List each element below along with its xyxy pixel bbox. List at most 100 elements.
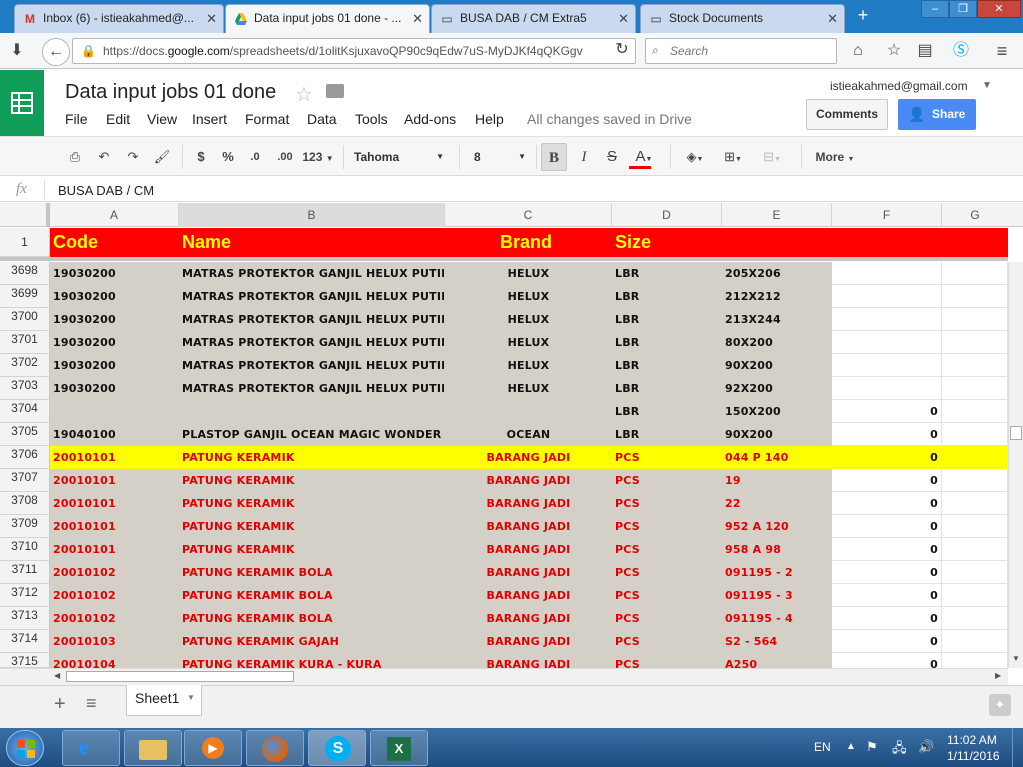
scroll-down-arrow[interactable]: ▼ — [1012, 654, 1020, 663]
network-icon[interactable]: 🖧 — [892, 739, 907, 761]
menu-data[interactable]: Data — [307, 111, 337, 127]
taskbar-skype[interactable]: S — [308, 730, 366, 766]
cell-code[interactable]: 20010104 — [53, 653, 178, 668]
decrease-decimal-button[interactable]: .0 — [244, 146, 266, 168]
tab-stock-documents[interactable]: ▭ Stock Documents ✕ — [640, 4, 845, 33]
sheet-tab-sheet1[interactable]: Sheet1 ▼ — [126, 685, 202, 716]
cell-size[interactable]: 90X200 — [725, 354, 831, 377]
action-center-icon[interactable]: ⚑ — [866, 739, 878, 755]
cell-f[interactable] — [832, 354, 938, 377]
horizontal-scroll-thumb[interactable] — [66, 671, 294, 682]
cell-name[interactable]: PATUNG KERAMIK — [182, 538, 444, 561]
column-header-d[interactable]: D — [612, 203, 722, 227]
menu-insert[interactable]: Insert — [192, 111, 227, 127]
cell-f[interactable] — [832, 262, 938, 285]
user-email[interactable]: istieakahmed@gmail.com — [830, 79, 968, 93]
taskbar-firefox[interactable] — [246, 730, 304, 766]
row-header[interactable]: 3709 — [0, 515, 50, 538]
cell-code[interactable]: 19030200 — [53, 354, 178, 377]
download-icon[interactable]: ⬇ — [5, 40, 29, 62]
maximize-button[interactable]: ❐ — [949, 0, 977, 18]
search-input[interactable]: ⌕ Search — [645, 38, 837, 64]
formula-input[interactable]: BUSA DAB / CM — [58, 183, 154, 198]
print-icon[interactable]: ⎙ — [64, 146, 86, 168]
menu-view[interactable]: View — [147, 111, 177, 127]
borders-button[interactable]: ⊞▼ — [718, 146, 748, 168]
row-header[interactable]: 3714 — [0, 630, 50, 653]
cell-name[interactable]: MATRAS PROTEKTOR GANJIL HELUX PUTIH — [182, 331, 444, 354]
folder-icon[interactable] — [326, 84, 344, 98]
explore-icon[interactable]: ✦ — [989, 694, 1011, 716]
comments-button[interactable]: Comments — [806, 99, 888, 130]
scroll-thumb[interactable] — [1010, 426, 1022, 440]
cell-unit[interactable]: PCS — [615, 607, 721, 630]
cell-brand[interactable]: BARANG JADI — [445, 469, 612, 492]
document-title[interactable]: Data input jobs 01 done — [65, 81, 276, 104]
save-status[interactable]: All changes saved in Drive — [527, 111, 692, 127]
cell-unit[interactable]: PCS — [615, 515, 721, 538]
cell-size[interactable]: 92X200 — [725, 377, 831, 400]
reading-list-icon[interactable]: ▤ — [913, 40, 937, 62]
empty-cell[interactable] — [942, 515, 1008, 538]
scroll-left-arrow[interactable]: ◀ — [54, 671, 60, 680]
cell-unit[interactable]: LBR — [615, 262, 721, 285]
empty-cell[interactable] — [942, 469, 1008, 492]
cell-f[interactable]: 0 — [832, 515, 938, 538]
cell-code[interactable]: 20010101 — [53, 446, 178, 469]
empty-cell[interactable] — [942, 285, 1008, 308]
cell-size[interactable]: 22 — [725, 492, 831, 515]
cell-size[interactable]: 205X206 — [725, 262, 831, 285]
cell-brand[interactable]: HELUX — [445, 354, 612, 377]
tab-data-input[interactable]: Data input jobs 01 done - ... ✕ — [225, 4, 430, 33]
cell-brand[interactable]: HELUX — [445, 262, 612, 285]
row-header[interactable]: 3707 — [0, 469, 50, 492]
cell-brand[interactable]: BARANG JADI — [445, 607, 612, 630]
row-header[interactable]: 3715 — [0, 653, 50, 668]
cell-brand[interactable]: OCEAN — [445, 423, 612, 446]
chevron-down-icon[interactable]: ▼ — [187, 693, 195, 702]
cell-unit[interactable]: PCS — [615, 492, 721, 515]
cell-unit[interactable]: PCS — [615, 469, 721, 492]
new-tab-button[interactable]: + — [852, 5, 874, 27]
row-header[interactable]: 3711 — [0, 561, 50, 584]
cell-name[interactable]: PATUNG KERAMIK GAJAH — [182, 630, 444, 653]
taskbar-media-player[interactable]: ▶ — [184, 730, 242, 766]
cell-size[interactable]: 213X244 — [725, 308, 831, 331]
cell-name[interactable]: PATUNG KERAMIK BOLA — [182, 561, 444, 584]
cell-name[interactable]: PATUNG KERAMIK — [182, 446, 444, 469]
scroll-right-arrow[interactable]: ▶ — [995, 671, 1001, 680]
header-cell-name[interactable]: Name — [182, 232, 231, 253]
close-icon[interactable]: ✕ — [412, 11, 423, 27]
close-icon[interactable]: ✕ — [206, 11, 217, 27]
row-header[interactable]: 3712 — [0, 584, 50, 607]
cell-brand[interactable]: BARANG JADI — [445, 515, 612, 538]
sheets-logo[interactable] — [0, 70, 44, 136]
close-icon[interactable]: ✕ — [618, 11, 629, 27]
header-cell-size[interactable]: Size — [615, 232, 651, 253]
italic-button[interactable]: I — [573, 146, 595, 168]
taskbar-internet-explorer[interactable]: e — [62, 730, 120, 766]
taskbar-excel[interactable]: X — [370, 730, 428, 766]
cell-code[interactable]: 19030200 — [53, 285, 178, 308]
cell-brand[interactable]: HELUX — [445, 331, 612, 354]
cell-size[interactable]: 958 A 98 — [725, 538, 831, 561]
empty-cell[interactable] — [942, 492, 1008, 515]
cell-f[interactable]: 0 — [832, 561, 938, 584]
minimize-button[interactable]: – — [921, 0, 949, 18]
row-header[interactable]: 3702 — [0, 354, 50, 377]
cell-size[interactable]: 091195 - 3 — [725, 584, 831, 607]
cell-unit[interactable]: LBR — [615, 285, 721, 308]
cell-f[interactable]: 0 — [832, 400, 938, 423]
share-button[interactable]: 👤 Share — [898, 99, 976, 130]
cell-name[interactable]: MATRAS PROTEKTOR GANJIL HELUX PUTIH — [182, 262, 444, 285]
cell-f[interactable] — [832, 331, 938, 354]
more-formats-button[interactable]: 123 ▼ — [300, 146, 336, 168]
cell-code[interactable]: 20010101 — [53, 469, 178, 492]
reload-icon[interactable]: ↻ — [610, 39, 634, 61]
cell-f[interactable] — [832, 377, 938, 400]
column-header-a[interactable]: A — [50, 203, 179, 227]
empty-cell[interactable] — [942, 331, 1008, 354]
font-family-select[interactable]: Tahoma ▼ — [350, 145, 450, 169]
tab-inbox[interactable]: M Inbox (6) - istieakahmed@... ✕ — [14, 4, 224, 33]
menu-icon[interactable]: ≡ — [990, 40, 1014, 62]
